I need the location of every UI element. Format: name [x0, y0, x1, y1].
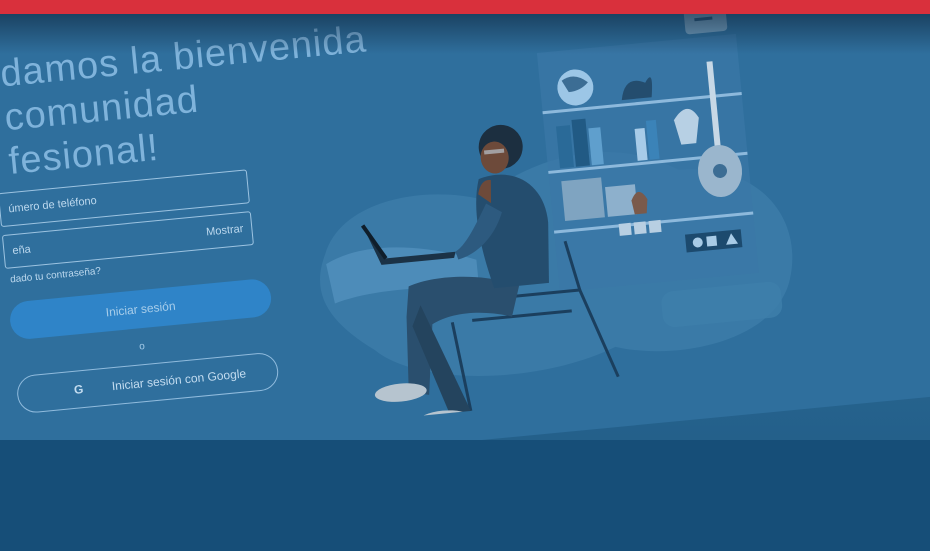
- signin-button[interactable]: Iniciar sesión: [8, 277, 273, 341]
- google-signin-label: Iniciar sesión con Google: [111, 366, 247, 394]
- forgot-password-link[interactable]: dado tu contraseña?: [10, 266, 102, 286]
- top-red-bar: [0, 0, 930, 14]
- illustration: [320, 0, 793, 426]
- or-divider: o: [138, 340, 146, 353]
- bottom-band: [0, 440, 930, 551]
- google-signin-button[interactable]: G Iniciar sesión con Google: [15, 351, 280, 415]
- phone-placeholder: úmero de teléfono: [7, 194, 98, 216]
- show-password-button[interactable]: Mostrar: [206, 223, 244, 239]
- top-shadow: [0, 14, 930, 54]
- google-icon: G: [73, 382, 85, 397]
- tilted-login-page: damos la bienvenida comunidad fesional! …: [0, 0, 930, 488]
- password-placeholder: eña: [11, 243, 32, 258]
- screenshot-frame: damos la bienvenida comunidad fesional! …: [0, 0, 930, 551]
